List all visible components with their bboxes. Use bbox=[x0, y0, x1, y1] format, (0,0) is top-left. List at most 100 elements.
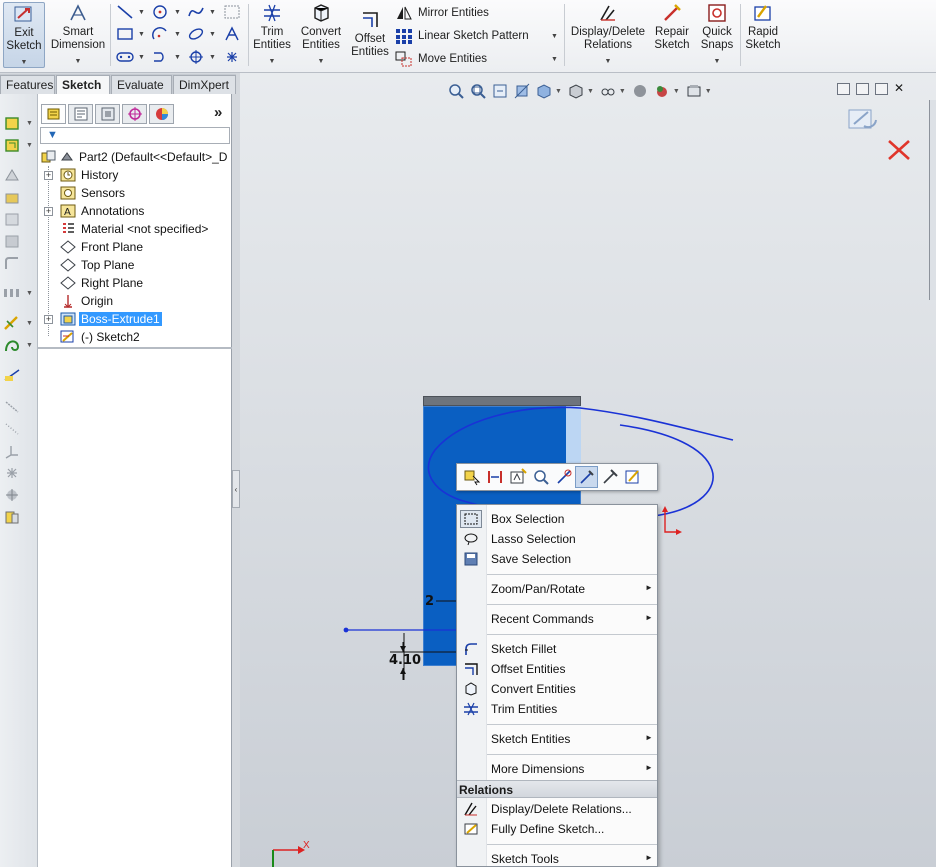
section-view-icon[interactable] bbox=[511, 82, 533, 100]
menu-item-box-selection[interactable]: Box Selection bbox=[457, 509, 657, 529]
linear-sketch-pattern-button[interactable]: Linear Sketch Pattern bbox=[395, 28, 529, 44]
chevron-down-icon[interactable]: ▼ bbox=[673, 88, 680, 95]
menu-item-trim-entities[interactable]: Trim Entities bbox=[457, 699, 657, 719]
grid-icon[interactable] bbox=[222, 3, 242, 21]
hide-show-items-icon[interactable] bbox=[597, 82, 619, 100]
exit-sketch-corner-icon[interactable] bbox=[846, 106, 880, 141]
menu-item-more-dimensions[interactable]: More Dimensions ► bbox=[457, 759, 657, 779]
chevron-down-icon[interactable]: ▼ bbox=[555, 88, 562, 95]
menu-item-save-selection[interactable]: Save Selection bbox=[457, 549, 657, 569]
axis-icon[interactable] bbox=[2, 420, 22, 438]
chevron-down-icon[interactable]: ▼ bbox=[174, 31, 181, 38]
exit-sketch-button[interactable]: Exit Sketch ▼ bbox=[3, 2, 45, 68]
move-entities-button[interactable]: Move Entities bbox=[395, 51, 487, 67]
restore-icon[interactable] bbox=[837, 83, 850, 95]
expand-icon[interactable]: + bbox=[44, 170, 53, 180]
circle-icon[interactable] bbox=[150, 3, 170, 21]
ellipse-icon[interactable] bbox=[186, 25, 206, 43]
chevron-down-icon[interactable]: ▼ bbox=[209, 9, 216, 16]
view-orientation-icon[interactable] bbox=[533, 82, 555, 100]
convert-entities-button[interactable]: Convert Entities ▼ bbox=[297, 2, 345, 68]
smart-dimension-button[interactable]: Smart Dimension ▼ bbox=[48, 2, 108, 68]
smart-dim-ctx-icon[interactable] bbox=[506, 466, 529, 488]
tab-sketch[interactable]: Sketch bbox=[56, 75, 110, 94]
expand-icon[interactable]: + bbox=[44, 206, 53, 216]
menu-item-display-delete-relations[interactable]: Display/Delete Relations... bbox=[457, 799, 657, 819]
menu-item-offset-entities[interactable]: Offset Entities bbox=[457, 659, 657, 679]
tree-item-boss-extrude1[interactable]: + Boss-Extrude1 bbox=[38, 310, 232, 328]
panel-collapse-handle[interactable]: ‹ bbox=[232, 470, 240, 508]
slot-icon[interactable] bbox=[115, 48, 135, 66]
display-relations-icon[interactable] bbox=[598, 466, 621, 488]
instant3d-icon[interactable] bbox=[2, 366, 22, 384]
zoom-to-fit-icon[interactable] bbox=[445, 82, 467, 100]
chevron-down-icon[interactable]: ▼ bbox=[209, 54, 216, 61]
tree-item-material[interactable]: Material <not specified> bbox=[38, 220, 232, 238]
center-of-mass-icon[interactable] bbox=[2, 486, 22, 504]
dimxpert-manager-tab-icon[interactable] bbox=[122, 104, 147, 124]
task-pane-edge[interactable] bbox=[929, 100, 936, 300]
repair-sketch-button[interactable]: Repair Sketch bbox=[651, 2, 693, 52]
trim-entities-button[interactable]: Trim Entities ▼ bbox=[250, 2, 294, 68]
chevron-down-icon[interactable]: ▼ bbox=[75, 55, 82, 68]
chevron-down-icon[interactable]: ▼ bbox=[705, 88, 712, 95]
reference-geometry-icon[interactable] bbox=[2, 398, 22, 416]
menu-item-sketch-fillet[interactable]: Sketch Fillet bbox=[457, 639, 657, 659]
zoom-selection-icon[interactable] bbox=[529, 466, 552, 488]
tab-evaluate[interactable]: Evaluate bbox=[111, 75, 172, 94]
menu-item-lasso-selection[interactable]: Lasso Selection bbox=[457, 529, 657, 549]
tile-icon[interactable] bbox=[856, 83, 869, 95]
apply-scene-icon[interactable] bbox=[651, 82, 673, 100]
point-ref-icon[interactable] bbox=[2, 464, 22, 482]
tab-features[interactable]: Features bbox=[0, 75, 55, 94]
rectangle-icon[interactable] bbox=[115, 25, 135, 43]
chevron-down-icon[interactable]: ▼ bbox=[174, 54, 181, 61]
select-other-icon[interactable] bbox=[460, 466, 483, 488]
edit-appearance-icon[interactable] bbox=[629, 82, 651, 100]
mate-reference-icon[interactable] bbox=[2, 508, 22, 526]
spline-icon[interactable] bbox=[186, 3, 206, 21]
maximize-icon[interactable] bbox=[875, 83, 888, 95]
chevron-down-icon[interactable]: ▼ bbox=[269, 55, 276, 68]
edit-sketch-icon[interactable] bbox=[575, 466, 598, 488]
chevron-down-icon[interactable]: ▼ bbox=[138, 9, 145, 16]
menu-item-fully-define-sketch[interactable]: Fully Define Sketch... bbox=[457, 819, 657, 839]
sweep-icon[interactable] bbox=[2, 166, 22, 184]
rib-icon[interactable] bbox=[2, 314, 22, 332]
chevron-down-icon[interactable]: ▼ bbox=[26, 290, 33, 297]
cut-icon[interactable] bbox=[2, 232, 22, 250]
tree-item-front-plane[interactable]: Front Plane bbox=[38, 238, 232, 256]
chevron-down-icon[interactable]: ▼ bbox=[209, 31, 216, 38]
tree-item-sketch2[interactable]: (-) Sketch2 bbox=[38, 328, 232, 346]
menu-item-convert-entities[interactable]: Convert Entities bbox=[457, 679, 657, 699]
display-manager-tab-icon[interactable] bbox=[149, 104, 174, 124]
text-icon[interactable] bbox=[222, 25, 242, 43]
feature-tree-filter[interactable]: ▼ bbox=[40, 127, 230, 144]
chevron-down-icon[interactable]: ▼ bbox=[174, 9, 181, 16]
tree-item-right-plane[interactable]: Right Plane bbox=[38, 274, 232, 292]
chevron-down-icon[interactable]: ▼ bbox=[619, 88, 626, 95]
feature-tree-tab-icon[interactable] bbox=[41, 104, 66, 124]
chevron-down-icon[interactable]: ▼ bbox=[138, 31, 145, 38]
revolve-icon[interactable] bbox=[2, 136, 22, 154]
chevron-down-icon[interactable]: ▼ bbox=[26, 320, 33, 327]
boundary-icon[interactable] bbox=[2, 210, 22, 228]
menu-item-recent-commands[interactable]: Recent Commands ► bbox=[457, 609, 657, 629]
chevron-down-icon[interactable]: ▼ bbox=[714, 55, 721, 68]
cancel-sketch-icon[interactable] bbox=[886, 138, 912, 165]
tab-dimxpert[interactable]: DimXpert bbox=[173, 75, 236, 94]
configuration-manager-tab-icon[interactable] bbox=[95, 104, 120, 124]
dimension-value-2[interactable]: 4.10 bbox=[389, 653, 421, 668]
view-settings-icon[interactable] bbox=[683, 82, 705, 100]
chevron-down-icon[interactable]: ▼ bbox=[551, 33, 558, 40]
quick-snaps-button[interactable]: Quick Snaps ▼ bbox=[697, 2, 737, 68]
sketch-relations-icon[interactable] bbox=[483, 466, 506, 488]
fillet-icon[interactable] bbox=[2, 254, 22, 272]
construction-icon[interactable] bbox=[186, 48, 206, 66]
polygon-icon[interactable] bbox=[150, 48, 170, 66]
more-tabs-button[interactable]: » bbox=[214, 104, 222, 121]
chevron-down-icon[interactable]: ▼ bbox=[318, 55, 325, 68]
chevron-down-icon[interactable]: ▼ bbox=[605, 55, 612, 68]
display-delete-relations-button[interactable]: Display/Delete Relations ▼ bbox=[568, 2, 648, 68]
rapid-sketch-button[interactable]: Rapid Sketch bbox=[743, 2, 783, 52]
